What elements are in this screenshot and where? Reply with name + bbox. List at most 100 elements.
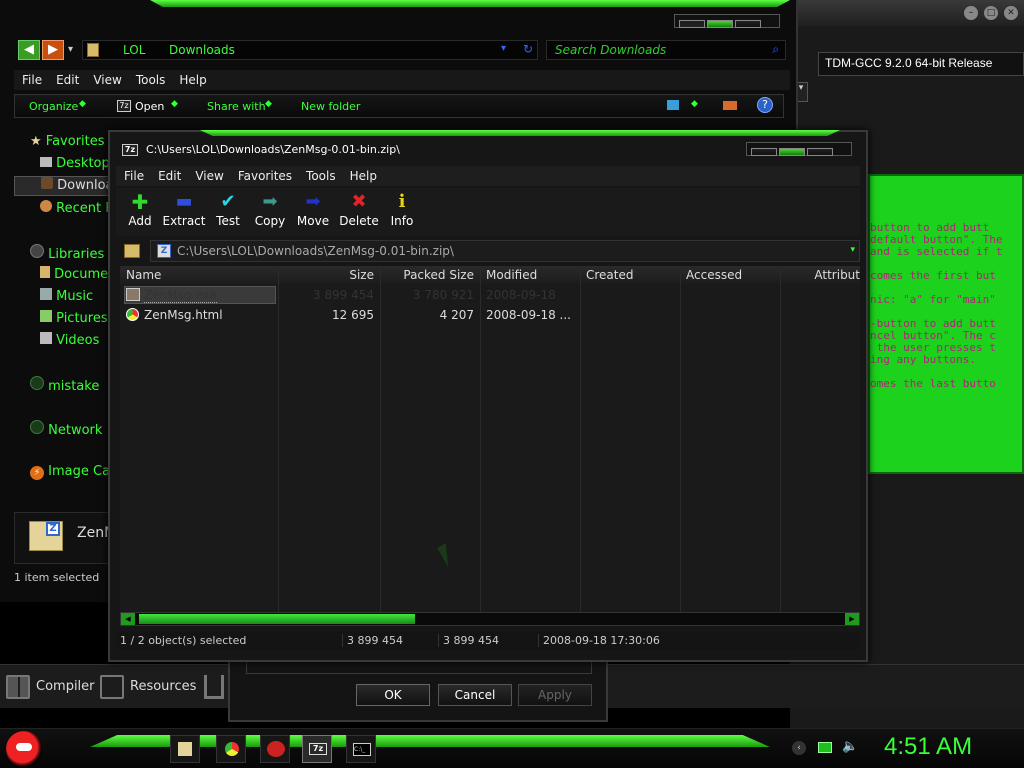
nav-libraries[interactable]: Libraries (30, 244, 104, 262)
menu-view[interactable]: View (195, 169, 223, 183)
code-line: comes the first but (870, 269, 996, 282)
path-dropdown-icon[interactable]: ▾ (850, 245, 855, 255)
network-tray-icon[interactable] (818, 742, 832, 753)
add-button[interactable]: ✚ Add (120, 190, 160, 228)
test-button[interactable]: ✔ Test (208, 190, 248, 228)
close-button[interactable] (807, 148, 833, 156)
nav-music[interactable]: Music (40, 288, 93, 304)
menu-favorites[interactable]: Favorites (238, 169, 292, 183)
refresh-icon[interactable]: ↻ (523, 42, 533, 56)
maximize-icon[interactable]: □ (984, 6, 998, 20)
copy-label: Copy (254, 214, 286, 228)
col-attributes[interactable]: Attribut (790, 268, 860, 282)
tab-resources[interactable]: Resources (130, 679, 196, 694)
folder-icon (87, 43, 99, 57)
nav-downloads[interactable]: Downloads (14, 176, 129, 196)
code-line: ing any buttons. (870, 353, 976, 366)
file-size: 12 695 (332, 308, 374, 322)
menu-help[interactable]: Help (179, 73, 206, 87)
nav-label: mistake (48, 379, 100, 394)
back-button[interactable]: ◀ (18, 40, 40, 60)
add-label: Add (128, 214, 152, 228)
menu-help[interactable]: Help (350, 169, 377, 183)
taskbar-7zip-icon[interactable]: 7z (302, 735, 332, 763)
open-app-icon: 7z (117, 100, 131, 112)
address-dropdown-icon[interactable]: ▾ (501, 43, 506, 54)
menu-edit[interactable]: Edit (158, 169, 181, 183)
close-button[interactable] (735, 20, 761, 28)
new-folder-button[interactable]: New folder (301, 100, 360, 113)
info-button[interactable]: i Info (384, 190, 420, 228)
menu-tools[interactable]: Tools (136, 73, 166, 87)
compiler-select[interactable]: TDM-GCC 9.2.0 64-bit Release (818, 52, 1024, 76)
scroll-right-icon[interactable]: ▶ (845, 613, 859, 625)
close-icon[interactable]: ✕ (1004, 6, 1018, 20)
volume-icon[interactable]: 🔈 (842, 739, 858, 754)
menu-tools[interactable]: Tools (306, 169, 336, 183)
maximize-button[interactable] (779, 148, 805, 156)
preview-pane-icon[interactable] (723, 101, 737, 110)
nav-homegroup[interactable]: mistake (30, 376, 99, 394)
col-name[interactable]: Name (126, 268, 161, 282)
menu-file[interactable]: File (22, 73, 42, 87)
taskbar-devcpp-icon[interactable] (260, 735, 290, 763)
7zip-app-icon: 7z (122, 144, 138, 156)
7zip-status-bar: 1 / 2 object(s) selected 3 899 454 3 899… (116, 632, 860, 650)
table-row[interactable]: ZenMsg.html 12 695 4 207 2008-09-18 ... (120, 306, 860, 324)
nav-desktop[interactable]: Desktop (40, 156, 110, 171)
open-button[interactable]: Open (135, 100, 164, 113)
ok-button[interactable]: OK (356, 684, 430, 706)
apply-button[interactable]: Apply (518, 684, 592, 706)
nav-image-capture[interactable]: ⚡ Image Capture (30, 464, 114, 480)
menu-view[interactable]: View (93, 73, 121, 87)
scrollbar-thumb[interactable] (139, 614, 415, 624)
share-with-button[interactable]: Share with (207, 100, 266, 113)
code-editor[interactable]: button to add butt default button". The … (868, 174, 1024, 474)
taskbar-cmd-icon[interactable]: C:\_ (346, 735, 376, 763)
up-folder-icon[interactable] (124, 244, 140, 258)
nav-favorites[interactable]: ★ Favorites (30, 134, 105, 149)
help-icon[interactable]: ? (757, 97, 773, 113)
tab-compiler[interactable]: Compiler (36, 679, 95, 694)
address-bar[interactable]: LOL Downloads ▾ ↻ (82, 40, 538, 60)
start-button[interactable] (6, 731, 42, 767)
breadcrumb-downloads[interactable]: Downloads (169, 43, 235, 57)
path-combobox[interactable]: Z C:\Users\LOL\Downloads\ZenMsg-0.01-bin… (150, 240, 860, 262)
menu-file[interactable]: File (124, 169, 144, 183)
taskbar-explorer-icon[interactable] (170, 735, 200, 763)
clock[interactable]: 4:51 AM (884, 733, 972, 761)
col-size[interactable]: Size (280, 268, 374, 282)
minimize-button[interactable] (679, 20, 705, 28)
maximize-button[interactable] (707, 20, 733, 28)
col-packed-size[interactable]: Packed Size (382, 268, 474, 282)
breadcrumb-lol[interactable]: LOL (123, 43, 145, 57)
network-icon (30, 420, 44, 434)
cancel-button[interactable]: Cancel (438, 684, 512, 706)
minimize-button[interactable] (751, 148, 777, 156)
scroll-left-icon[interactable]: ◀ (121, 613, 135, 625)
search-input[interactable]: Search Downloads ⌕ (546, 40, 786, 60)
recent-pages-icon[interactable]: ▾ (68, 44, 73, 55)
forward-button[interactable]: ▶ (42, 40, 64, 60)
col-created[interactable]: Created (586, 268, 634, 282)
horizontal-scrollbar[interactable]: ◀ ▶ (120, 612, 860, 626)
file-list: Name Size Packed Size Modified Created A… (120, 266, 860, 612)
table-row[interactable]: ZenMsg.exe 3 899 454 3 780 921 2008-09-1… (120, 286, 860, 304)
extract-button[interactable]: ▬ Extract (160, 190, 208, 228)
taskbar-chrome-icon[interactable] (216, 735, 246, 763)
organize-button[interactable]: Organize (29, 100, 78, 113)
chart-tab-icon (204, 675, 224, 699)
minimize-icon[interactable]: – (964, 6, 978, 20)
col-accessed[interactable]: Accessed (686, 268, 742, 282)
nav-pictures[interactable]: Pictures (40, 310, 108, 326)
music-icon (40, 288, 52, 300)
col-modified[interactable]: Modified (486, 268, 537, 282)
menu-edit[interactable]: Edit (56, 73, 79, 87)
notification-chevron-icon[interactable]: ‹ (792, 741, 806, 755)
copy-button[interactable]: ➡ Copy (250, 190, 290, 228)
delete-button[interactable]: ✖ Delete (336, 190, 382, 228)
move-button[interactable]: ➡ Move (292, 190, 334, 228)
nav-network[interactable]: Network (30, 420, 102, 438)
view-options-icon[interactable] (667, 100, 679, 110)
nav-videos[interactable]: Videos (40, 332, 99, 348)
